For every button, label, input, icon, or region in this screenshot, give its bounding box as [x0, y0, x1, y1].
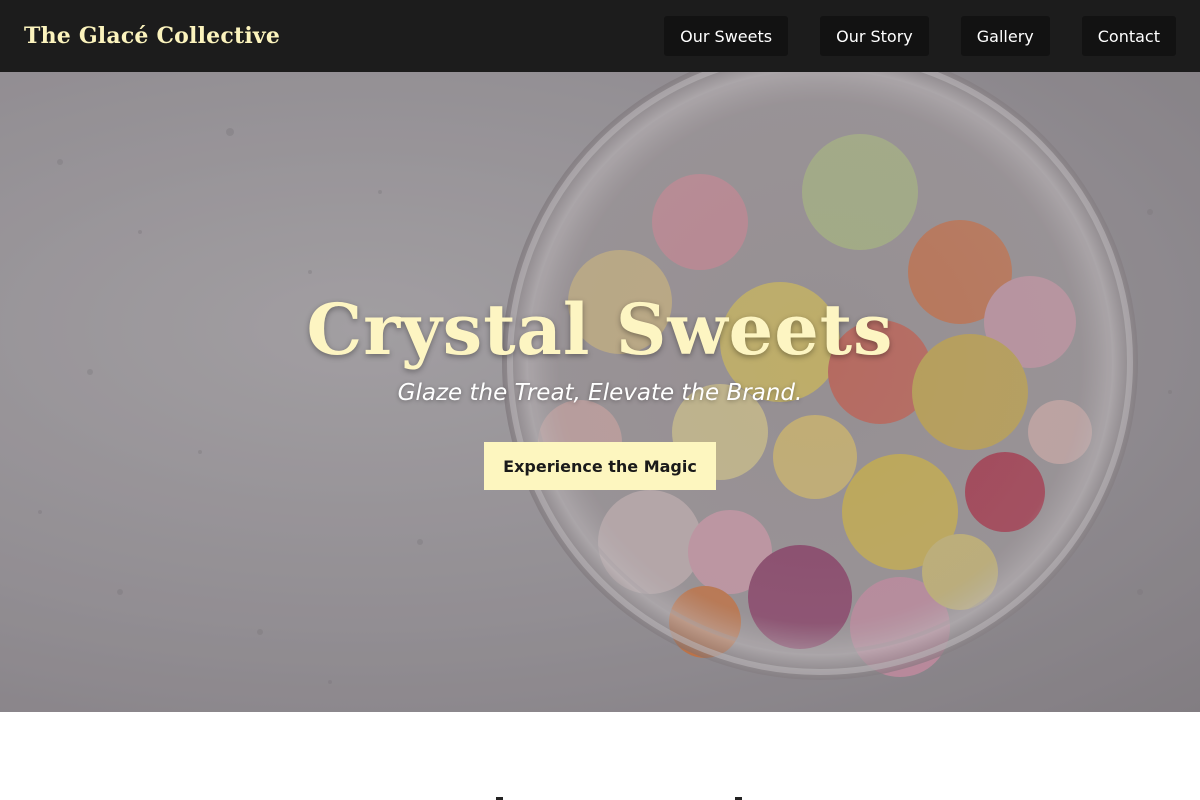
- next-section-heading-fragment: [496, 797, 742, 800]
- hero-section: Crystal Sweets Glaze the Treat, Elevate …: [0, 72, 1200, 712]
- nav-gallery-button[interactable]: Gallery: [960, 16, 1050, 56]
- nav-our-story-button[interactable]: Our Story: [820, 16, 929, 56]
- nav-links: Our Sweets Our Story Gallery Contact: [664, 16, 1176, 56]
- next-section: [0, 712, 1200, 800]
- experience-the-magic-button[interactable]: Experience the Magic: [484, 442, 716, 490]
- hero-title: Crystal Sweets: [306, 288, 894, 371]
- nav-our-sweets-button[interactable]: Our Sweets: [664, 16, 789, 56]
- hero-content: Crystal Sweets Glaze the Treat, Elevate …: [0, 292, 1200, 490]
- hero-subtitle: Glaze the Treat, Elevate the Brand.: [397, 380, 803, 406]
- brand-logo-text[interactable]: The Glacé Collective: [24, 23, 280, 49]
- nav-contact-button[interactable]: Contact: [1081, 16, 1176, 56]
- navbar: The Glacé Collective Our Sweets Our Stor…: [0, 0, 1200, 72]
